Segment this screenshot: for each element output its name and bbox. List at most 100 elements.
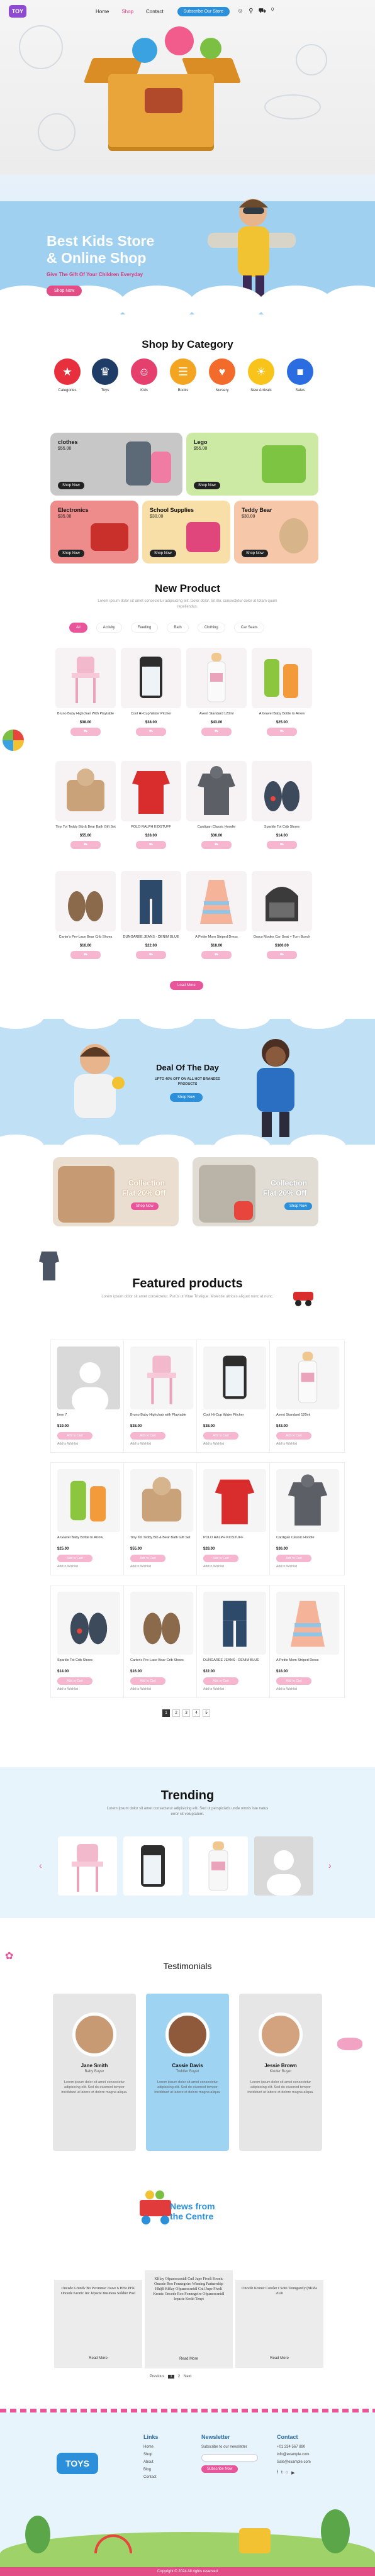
tab-bath[interactable]: Bath [167, 623, 189, 633]
contact-email[interactable]: Sale@example.com [277, 2460, 311, 2464]
featured-product-card[interactable]: Avent Standard 120ml $43.00 Add to Cart Add… [269, 1340, 345, 1453]
featured-product-card[interactable]: Cool Hi-Cup Water Pitcher $38.00 Add to Ca… [196, 1340, 272, 1453]
nav-shop[interactable]: Shop [121, 9, 133, 14]
add-to-cart-button[interactable]: Add to Cart [130, 1432, 165, 1440]
add-to-wishlist-link[interactable]: Add to Wishlist [276, 1565, 297, 1568]
add-to-wishlist-link[interactable]: Add to Wishlist [130, 1565, 151, 1568]
chevron-left-icon[interactable]: ‹ [39, 1860, 42, 1870]
add-to-wishlist-link[interactable]: Add to Wishlist [130, 1442, 151, 1446]
add-to-cart-button[interactable]: ⛟ [267, 841, 297, 849]
add-to-wishlist-link[interactable]: Add to Wishlist [276, 1442, 297, 1446]
category-item[interactable]: ♛ Toys [89, 358, 121, 392]
add-to-wishlist-link[interactable]: Add to Wishlist [203, 1687, 224, 1691]
read-more-link[interactable]: Read More [235, 2357, 323, 2360]
category-item[interactable]: ♥ Nursery [206, 358, 238, 392]
banner-lego[interactable]: Lego $55.00 Shop Now [186, 433, 318, 496]
tab-activity[interactable]: Activity [96, 623, 122, 633]
product-card[interactable]: Sparkle Tot Crib Shoes $14.00 ⛟ [250, 761, 313, 849]
featured-product-card[interactable]: DUNGAREE JEANS - DENIM BLUE $22.00 Add to … [196, 1585, 272, 1698]
tab-feeding[interactable]: Feeding [130, 623, 159, 633]
product-card[interactable]: A Petite Mom Striped Dress $18.00 ⛟ [185, 871, 248, 959]
add-to-cart-button[interactable]: ⛟ [201, 728, 232, 736]
trending-card[interactable] [254, 1836, 313, 1896]
nav-home[interactable]: Home [96, 9, 109, 14]
footer-link[interactable]: About [143, 2460, 154, 2464]
next-link[interactable]: Next [184, 2375, 191, 2379]
banner-shop-button[interactable]: Shop Now [58, 482, 84, 489]
product-card[interactable]: Carter's Pre-Lace Bear Crib Shoes $16.00 ⛟ [54, 871, 117, 959]
tab-clothing[interactable]: Clothing [197, 623, 225, 633]
add-to-wishlist-link[interactable]: Add to Wishlist [203, 1565, 224, 1568]
twitter-icon[interactable]: t [281, 2470, 283, 2475]
add-to-cart-button[interactable]: Add to Cart [57, 1555, 92, 1562]
featured-product-card[interactable]: Sparkle Tot Crib Shoes $14.00 Add to Cart A… [50, 1585, 126, 1698]
category-item[interactable]: ☰ Books [167, 358, 199, 392]
add-to-wishlist-link[interactable]: Add to Wishlist [57, 1442, 78, 1446]
featured-product-card[interactable]: A Gravel Baby Bottle to Arrow $25.00 Add t… [50, 1462, 126, 1575]
footer-link[interactable]: Shop [143, 2453, 152, 2457]
contact-email[interactable]: info@example.com [277, 2453, 309, 2457]
add-to-wishlist-link[interactable]: Add to Wishlist [57, 1565, 78, 1568]
page-2[interactable]: 2 [172, 1709, 180, 1717]
add-to-wishlist-link[interactable]: Add to Wishlist [203, 1442, 224, 1446]
hero-shop-button[interactable]: Shop Now [47, 286, 82, 296]
banner-shop-button[interactable]: Shop Now [150, 550, 176, 557]
banner-teddy-bear[interactable]: Teddy Bear $30.00 Shop Now [234, 501, 318, 564]
trending-card[interactable] [189, 1836, 248, 1896]
add-to-cart-button[interactable]: ⛟ [267, 951, 297, 959]
footer-link[interactable]: Blog [143, 2468, 151, 2472]
add-to-wishlist-link[interactable]: Add to Wishlist [130, 1687, 151, 1691]
product-card[interactable]: POLO RALPH KIDSTUFF $28.00 ⛟ [120, 761, 182, 849]
tab-car-seats[interactable]: Car Seats [233, 623, 265, 633]
user-icon[interactable]: ☺ [237, 8, 243, 16]
product-card[interactable]: Avent Standard 120ml $43.00 ⛟ [185, 648, 248, 736]
page-1[interactable]: 1 [168, 2375, 174, 2379]
featured-product-card[interactable]: Cardigan Classic Hoodie $36.00 Add to Cart… [269, 1462, 345, 1575]
add-to-cart-button[interactable]: ⛟ [70, 841, 101, 849]
search-icon[interactable]: ⚲ [249, 8, 253, 16]
load-more-button[interactable]: Load More [170, 981, 203, 990]
add-to-cart-button[interactable]: Add to Cart [203, 1555, 238, 1562]
banner-shop-button[interactable]: Shop Now [242, 550, 268, 557]
chevron-right-icon[interactable]: › [328, 1860, 332, 1870]
tab-all[interactable]: All [69, 623, 87, 633]
page-2[interactable]: 2 [178, 2375, 180, 2379]
add-to-cart-button[interactable]: Add to Cart [203, 1677, 238, 1685]
category-item[interactable]: ★ Categories [52, 358, 83, 392]
add-to-cart-button[interactable]: ⛟ [136, 728, 166, 736]
page-1[interactable]: 1 [162, 1709, 170, 1717]
add-to-cart-button[interactable]: Add to Cart [57, 1432, 92, 1440]
collection-shop-button[interactable]: Shop Now [131, 1202, 159, 1210]
category-item[interactable]: ■ Sales [284, 358, 316, 392]
collection-shop-button[interactable]: Shop Now [284, 1202, 312, 1210]
logo[interactable]: TOY [9, 5, 26, 18]
page-4[interactable]: 4 [193, 1709, 200, 1717]
banner-shop-button[interactable]: Shop Now [194, 482, 220, 489]
add-to-cart-button[interactable]: ⛟ [70, 951, 101, 959]
category-item[interactable]: ☀ New Arrivals [245, 358, 277, 392]
banner-shop-button[interactable]: Shop Now [58, 550, 84, 557]
product-card[interactable]: DUNGAREE JEANS - DENIM BLUE $22.00 ⛟ [120, 871, 182, 959]
facebook-icon[interactable]: f [277, 2470, 278, 2475]
banner-school-supplies[interactable]: School Supplies $30.00 Shop Now [142, 501, 230, 564]
add-to-cart-button[interactable]: ⛟ [70, 728, 101, 736]
collection-banner-1[interactable]: Collection Flat 20% Off Shop Now [53, 1157, 179, 1226]
product-card[interactable]: Bruno Baby Highchair With Playtable $38.0… [54, 648, 117, 736]
add-to-cart-button[interactable]: ⛟ [136, 951, 166, 959]
featured-product-card[interactable]: Tiny Tot Teddy Bib & Bear Bath Gift Set $… [123, 1462, 199, 1575]
footer-link[interactable]: Home [143, 2445, 154, 2449]
banner-clothes[interactable]: clothes $55.00 Shop Now [50, 433, 182, 496]
page-5[interactable]: 5 [203, 1709, 210, 1717]
product-card[interactable]: Tiny Tot Teddy Bib & Bear Bath Gift Set $… [54, 761, 117, 849]
product-card[interactable]: A Gravel Baby Bottle to Arrow $25.00 ⛟ [250, 648, 313, 736]
youtube-icon[interactable]: ▶ [291, 2470, 294, 2475]
add-to-cart-button[interactable]: Add to Cart [276, 1677, 311, 1685]
newsletter-email-input[interactable] [201, 2454, 258, 2462]
add-to-cart-button[interactable]: Add to Cart [203, 1432, 238, 1440]
add-to-cart-button[interactable]: Add to Cart [130, 1555, 165, 1562]
category-item[interactable]: ☺ Kids [128, 358, 160, 392]
featured-product-card[interactable]: A Petite Mom Striped Dress $18.00 Add to C… [269, 1585, 345, 1698]
add-to-wishlist-link[interactable]: Add to Wishlist [276, 1687, 297, 1691]
add-to-wishlist-link[interactable]: Add to Wishlist [57, 1687, 78, 1691]
newsletter-subscribe-button[interactable]: Subscribe Now [201, 2465, 238, 2473]
